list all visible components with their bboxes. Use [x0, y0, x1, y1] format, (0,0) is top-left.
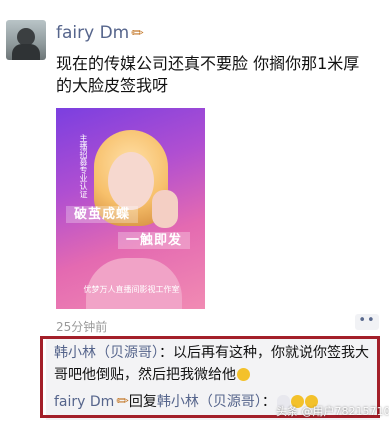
post-username-text: fairy Dm: [56, 23, 130, 43]
post-image[interactable]: 主播招募专业认证 破茧成蝶 一触即发 优梦万人直播间影视工作室: [56, 108, 205, 309]
image-banner-2: 一触即发: [118, 232, 191, 249]
avatar-body-shape: [12, 44, 40, 60]
image-face-shape: [108, 152, 154, 210]
post-text: 现在的传媒公司还真不要脸 你搁你那1米厚的大脸皮签我呀: [56, 54, 360, 95]
image-bottom-text: 优梦万人直播间影视工作室: [83, 285, 180, 294]
watermark: 头条 @用户7821571019: [276, 405, 389, 418]
image-top-text: 主播招募专业认证: [79, 134, 88, 198]
image-hand-shape: [152, 190, 178, 228]
pencil-icon: ✏: [131, 24, 144, 42]
image-banner-1: 破茧成蝶: [66, 206, 139, 223]
user-avatar[interactable]: [6, 20, 46, 60]
more-dots-icon[interactable]: ••: [355, 314, 379, 330]
post-time: 25分钟前: [56, 320, 108, 334]
post-username[interactable]: fairy Dm ✏: [56, 23, 144, 43]
